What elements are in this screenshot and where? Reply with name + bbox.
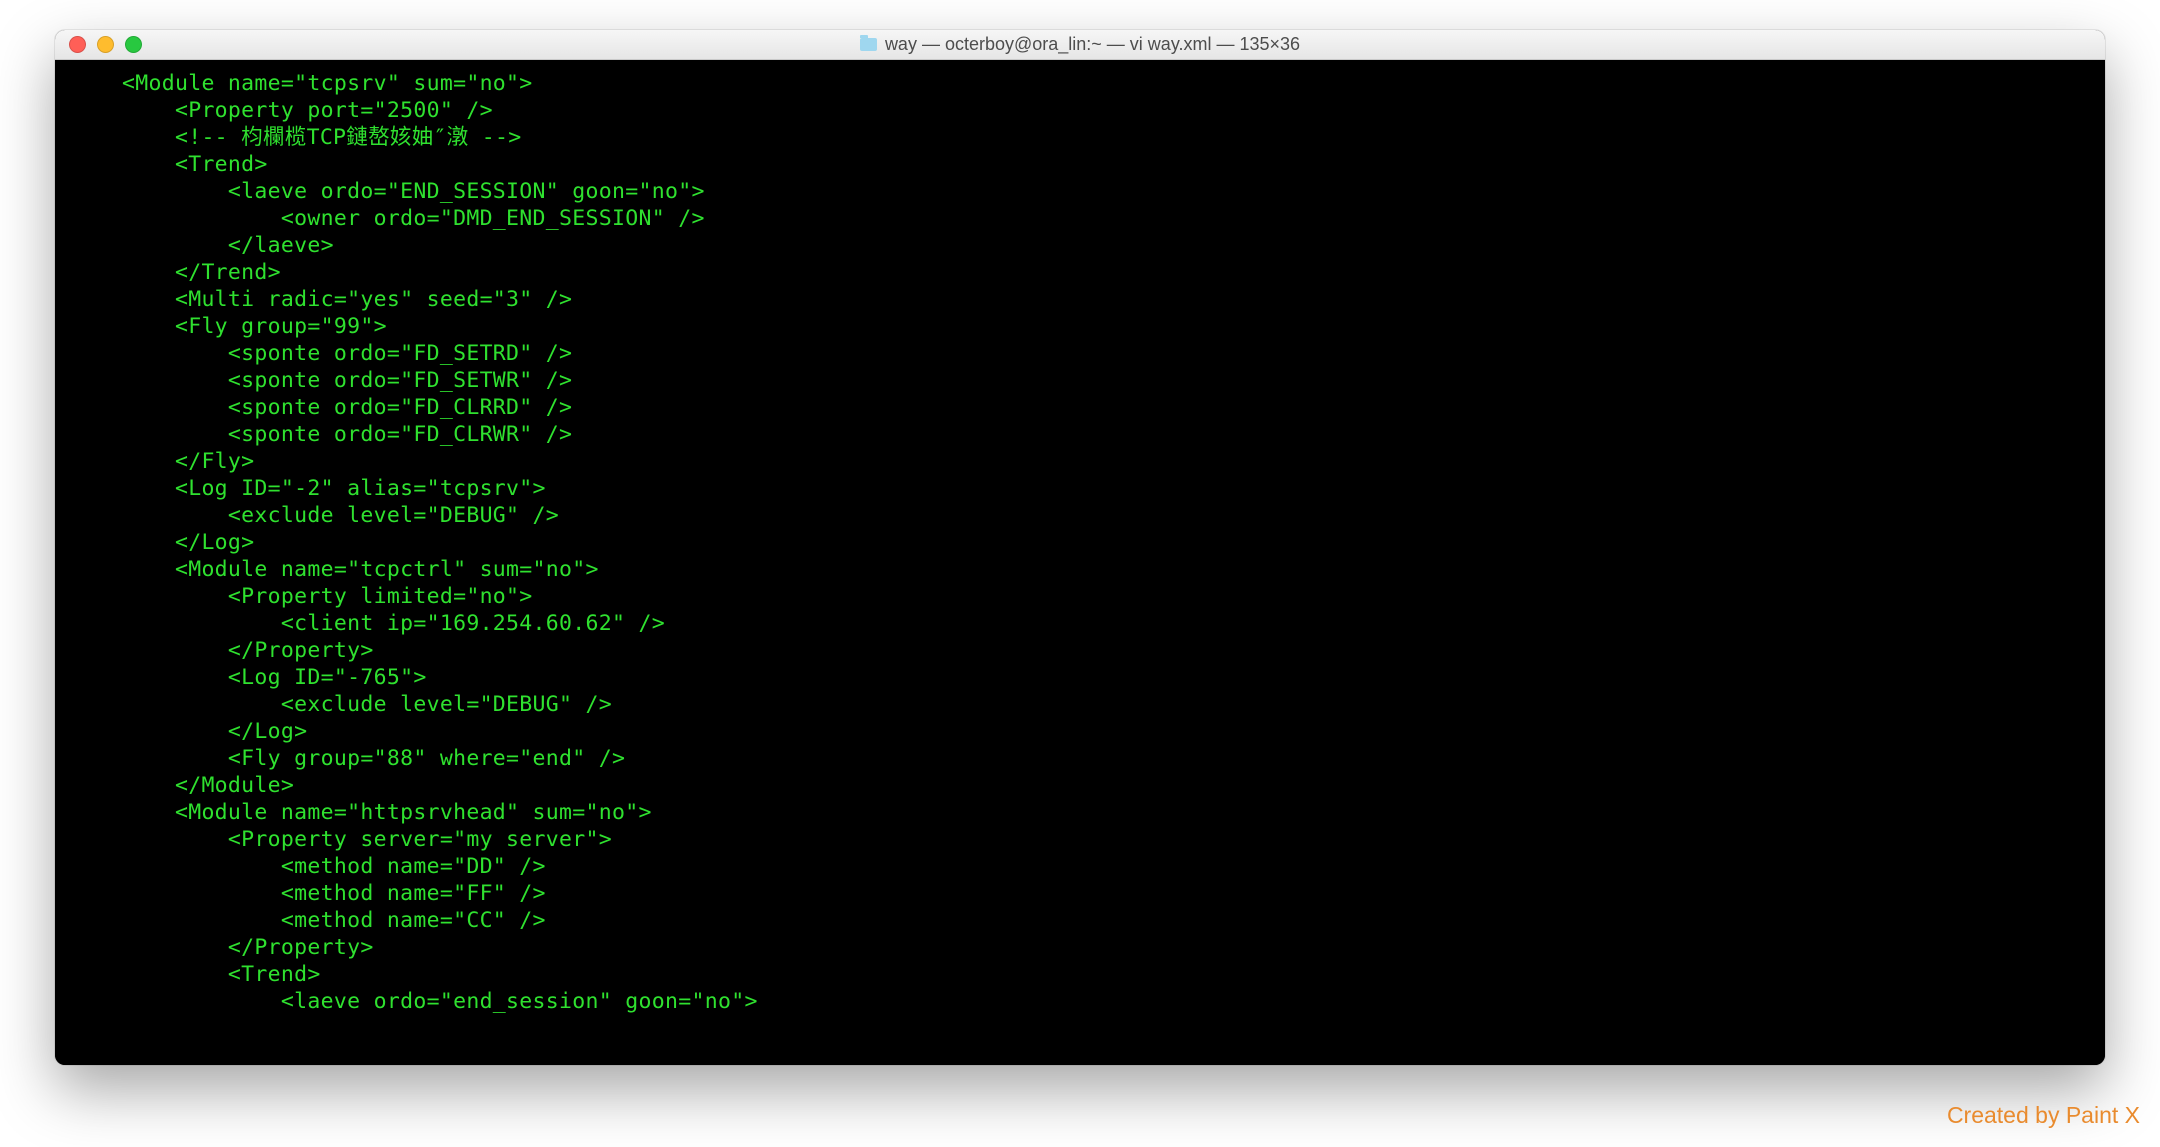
close-icon[interactable] bbox=[69, 36, 86, 53]
folder-icon bbox=[860, 38, 877, 51]
watermark-text: Created by Paint X bbox=[1947, 1102, 2140, 1129]
window-title-text: way — octerboy@ora_lin:~ — vi way.xml — … bbox=[885, 34, 1300, 55]
window-title: way — octerboy@ora_lin:~ — vi way.xml — … bbox=[55, 34, 2105, 55]
zoom-icon[interactable] bbox=[125, 36, 142, 53]
minimize-icon[interactable] bbox=[97, 36, 114, 53]
terminal-content[interactable]: <Module name="tcpsrv" sum="no"> <Propert… bbox=[55, 60, 2105, 1065]
titlebar: way — octerboy@ora_lin:~ — vi way.xml — … bbox=[55, 30, 2105, 60]
window-controls bbox=[55, 36, 142, 53]
terminal-window: way — octerboy@ora_lin:~ — vi way.xml — … bbox=[55, 30, 2105, 1065]
